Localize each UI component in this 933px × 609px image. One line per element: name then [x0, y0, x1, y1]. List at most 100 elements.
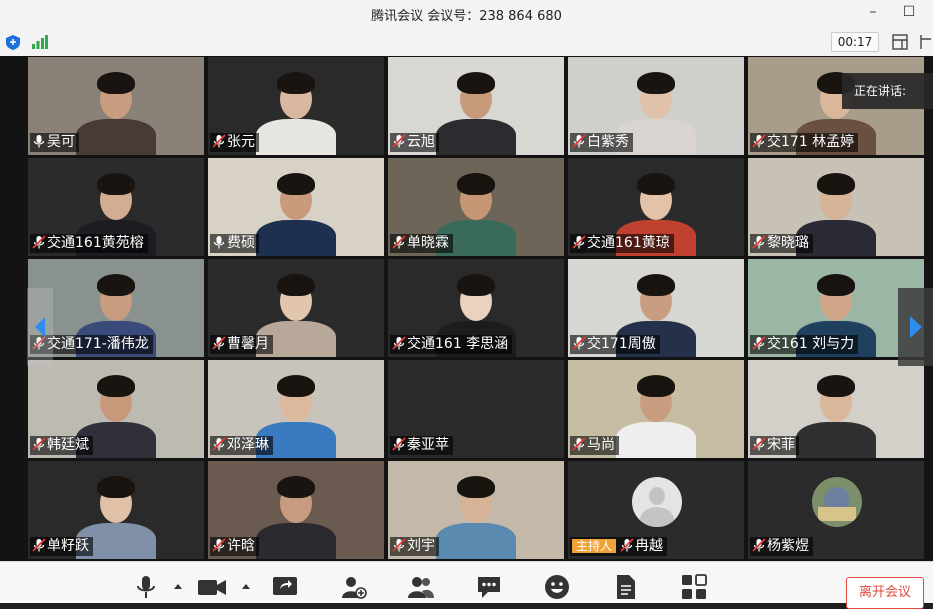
fullscreen-icon[interactable]	[919, 34, 933, 50]
participant-label: 宋菲	[750, 436, 799, 455]
participant-hair	[277, 375, 315, 397]
mic-muted-icon	[752, 437, 766, 451]
document-icon[interactable]	[613, 574, 639, 600]
participant-tile[interactable]: 邓泽琳	[208, 360, 384, 458]
participant-label: 云旭	[390, 133, 439, 152]
participant-tile[interactable]: 主持人 冉越	[568, 461, 744, 559]
video-options-caret[interactable]	[242, 584, 250, 589]
participant-tile[interactable]: 交通161黄苑榕	[28, 158, 204, 256]
participant-hair	[97, 476, 135, 498]
participant-name: 交通171-潘伟龙	[47, 336, 149, 352]
participant-label: 费硕	[210, 234, 259, 253]
participant-tile[interactable]: 杨紫煜	[748, 461, 924, 559]
participant-name: 云旭	[407, 134, 435, 150]
participant-tile[interactable]: 交通171-潘伟龙	[28, 259, 204, 357]
participant-name: 宋菲	[767, 437, 795, 453]
participant-tile[interactable]: 马尚	[568, 360, 744, 458]
participant-hair	[277, 173, 315, 195]
minimize-button[interactable]: –	[864, 4, 882, 20]
participant-tile[interactable]: 刘宇	[388, 461, 564, 559]
participant-tile[interactable]: 曹馨月	[208, 259, 384, 357]
mic-muted-icon	[620, 538, 634, 552]
participant-hair	[277, 72, 315, 94]
participant-tile[interactable]: 云旭	[388, 57, 564, 155]
participant-hair	[817, 173, 855, 195]
participant-hair	[637, 375, 675, 397]
screen-share-icon[interactable]	[272, 574, 298, 600]
participant-label: 曹馨月	[210, 335, 273, 354]
participant-label: 单晓霖	[390, 234, 453, 253]
participant-hair	[97, 375, 135, 397]
participant-torso	[436, 119, 516, 155]
participant-name: 交通161黄苑榕	[47, 235, 144, 251]
reaction-emoji-icon[interactable]	[544, 574, 570, 600]
participant-tile[interactable]: 交通161 李思涵	[388, 259, 564, 357]
audio-options-caret[interactable]	[174, 584, 182, 589]
layout-toggle-icon[interactable]	[892, 34, 908, 50]
mic-muted-icon	[32, 235, 46, 249]
participant-name: 单籽跃	[47, 538, 89, 554]
meeting-top-bar: 00:17	[0, 28, 933, 57]
mic-muted-icon	[392, 437, 406, 451]
mic-muted-icon	[32, 437, 46, 451]
apps-grid-icon[interactable]	[681, 574, 707, 600]
video-grid: 吴可 张元 云旭 白紫秀 交171 林孟婷交通161黄苑榕 费硕 单晓霖 交通161黄琼 黎晓璐…	[0, 56, 933, 561]
mic-muted-icon	[392, 235, 406, 249]
participant-tile[interactable]: 秦亚苹	[388, 360, 564, 458]
cartoon-avatar-icon	[812, 477, 862, 527]
video-camera-icon[interactable]	[197, 574, 227, 600]
participant-tile[interactable]: 交171周傲	[568, 259, 744, 357]
participant-label: 交通161 李思涵	[390, 335, 513, 354]
participant-label: 交171 林孟婷	[750, 133, 859, 152]
participant-name: 曹馨月	[227, 336, 269, 352]
next-page-button[interactable]	[898, 288, 933, 366]
participant-tile[interactable]: 许晗	[208, 461, 384, 559]
participant-name: 白紫秀	[587, 134, 629, 150]
participant-tile[interactable]: 吴可	[28, 57, 204, 155]
participant-tile[interactable]: 费硕	[208, 158, 384, 256]
participant-name: 许晗	[227, 538, 255, 554]
mic-muted-icon	[752, 336, 766, 350]
participant-name: 马尚	[587, 437, 615, 453]
manage-members-icon[interactable]	[408, 574, 434, 600]
participant-tile[interactable]: 张元	[208, 57, 384, 155]
participant-name: 交171 林孟婷	[767, 134, 855, 150]
mic-muted-icon	[212, 134, 226, 148]
mic-muted-icon	[212, 336, 226, 350]
title-bar: 腾讯会议 会议号：238 864 680 – ☐	[0, 0, 933, 28]
chat-icon[interactable]	[476, 574, 502, 600]
participant-tile[interactable]: 黎晓璐	[748, 158, 924, 256]
participant-tile[interactable]: 宋菲	[748, 360, 924, 458]
host-badge: 主持人	[572, 539, 617, 553]
participant-hair	[97, 72, 135, 94]
participant-name: 吴可	[47, 134, 75, 150]
participant-torso	[256, 523, 336, 559]
participant-name: 杨紫煜	[767, 538, 809, 554]
prev-page-button[interactable]	[27, 288, 53, 366]
participant-label: 单籽跃	[30, 537, 93, 556]
participant-tile[interactable]: 白紫秀	[568, 57, 744, 155]
chevron-left-icon	[35, 317, 45, 337]
participant-label: 秦亚苹	[390, 436, 453, 455]
microphone-icon[interactable]	[133, 574, 159, 600]
participant-tile[interactable]: 单籽跃	[28, 461, 204, 559]
participant-hair	[817, 375, 855, 397]
participant-label: 交171周傲	[570, 335, 660, 354]
participant-tile[interactable]: 交通161黄琼	[568, 158, 744, 256]
participant-name: 交171周傲	[587, 336, 656, 352]
participant-hair	[277, 476, 315, 498]
invite-member-icon[interactable]	[341, 574, 367, 600]
mic-muted-icon	[212, 538, 226, 552]
leave-meeting-button[interactable]: 离开会议	[846, 577, 924, 609]
security-shield-icon[interactable]	[6, 35, 20, 50]
participant-tile[interactable]: 韩廷斌	[28, 360, 204, 458]
maximize-button[interactable]: ☐	[900, 4, 918, 20]
mic-muted-icon	[212, 437, 226, 451]
mic-muted-icon	[572, 336, 586, 350]
signal-strength-icon[interactable]	[32, 35, 48, 49]
participant-name: 单晓霖	[407, 235, 449, 251]
participant-tile[interactable]: 单晓霖	[388, 158, 564, 256]
participant-name: 韩廷斌	[47, 437, 89, 453]
meeting-timer: 00:17	[831, 32, 879, 52]
mic-muted-icon	[392, 134, 406, 148]
